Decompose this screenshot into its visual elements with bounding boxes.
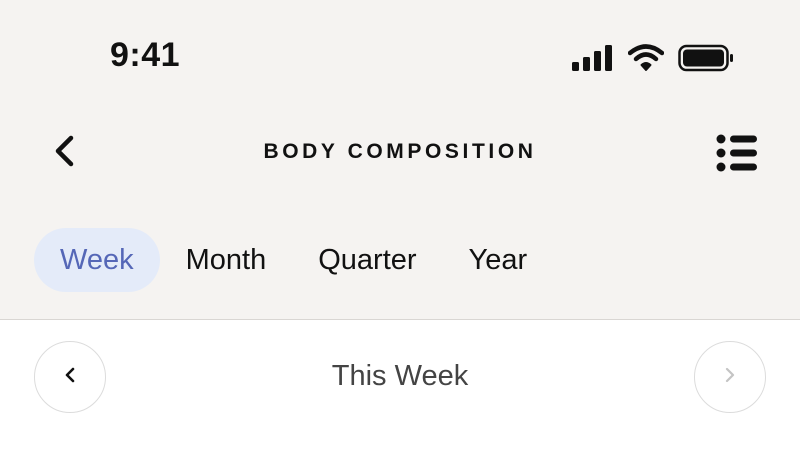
period-label: This Week <box>331 360 469 392</box>
page-title: BODY COMPOSITION <box>263 140 537 163</box>
battery-icon <box>678 44 734 77</box>
tab-month[interactable]: Month <box>160 228 293 292</box>
navigation-header: BODY COMPOSITION <box>0 120 800 192</box>
period-navigator: This Week <box>0 320 800 450</box>
status-time: 9:41 <box>110 36 181 74</box>
list-menu-button[interactable] <box>710 128 764 182</box>
cellular-signal-icon <box>572 44 614 76</box>
list-icon <box>716 133 758 178</box>
chevron-right-icon <box>723 366 737 389</box>
tab-quarter[interactable]: Quarter <box>292 228 442 292</box>
tab-week[interactable]: Week <box>34 228 160 292</box>
tab-year[interactable]: Year <box>443 228 554 292</box>
wifi-icon <box>627 43 665 77</box>
period-tabs: Week Month Quarter Year <box>34 228 553 292</box>
status-bar: 9:41 <box>0 0 800 120</box>
next-period-button[interactable] <box>694 341 766 413</box>
status-icons <box>572 43 734 77</box>
